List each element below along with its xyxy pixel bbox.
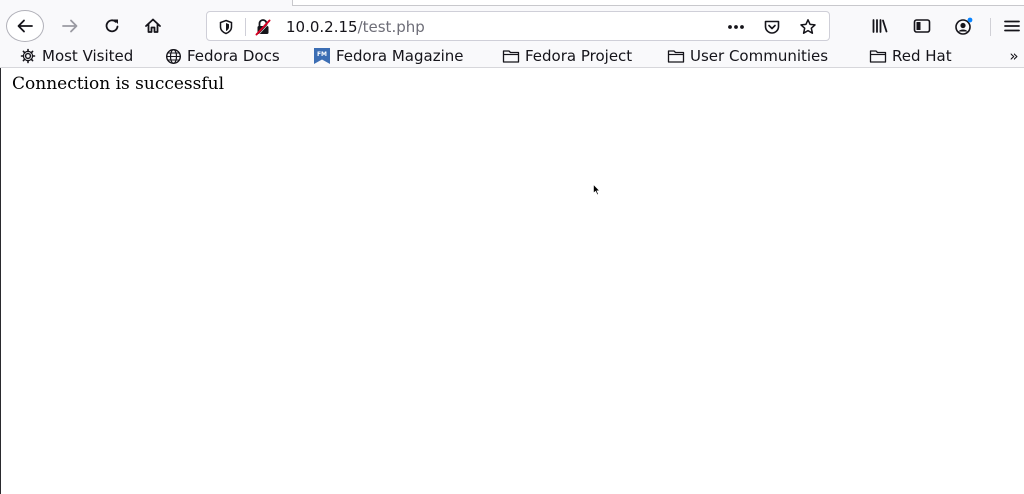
- navigation-toolbar: 10.0.2.15/test.php: [0, 8, 1024, 44]
- bookmark-label: Fedora Project: [525, 47, 633, 65]
- bookmark-label: Fedora Docs: [187, 47, 280, 65]
- folder-icon: [667, 47, 685, 65]
- browser-window: 10.0.2.15/test.php Most Visited Fedora D…: [0, 0, 1024, 494]
- folder-icon: [502, 47, 520, 65]
- tab-strip: [0, 0, 1024, 8]
- bookmark-label: User Communities: [690, 47, 829, 65]
- url-bar[interactable]: 10.0.2.15/test.php: [206, 11, 830, 41]
- url-divider: [245, 18, 246, 36]
- app-menu-button[interactable]: [998, 10, 1024, 42]
- fedora-magazine-icon: FM: [313, 47, 331, 65]
- tab-edge: [292, 0, 1024, 6]
- insecure-lock-icon: [255, 19, 272, 36]
- bookmarks-toolbar: Most Visited Fedora Docs FM Fedora Magaz…: [0, 44, 1024, 68]
- forward-button[interactable]: [54, 10, 86, 42]
- star-icon: [800, 19, 816, 34]
- more-dots-icon: [728, 25, 744, 29]
- bookmark-label: Red Hat: [892, 47, 952, 65]
- url-text[interactable]: 10.0.2.15/test.php: [286, 18, 425, 36]
- bookmark-most-visited[interactable]: Most Visited: [19, 46, 133, 66]
- url-path: /test.php: [357, 18, 425, 36]
- hamburger-menu-icon: [1004, 20, 1020, 32]
- library-icon: [872, 19, 888, 33]
- url-host: 10.0.2.15: [286, 18, 358, 36]
- bookmark-label: Most Visited: [42, 47, 134, 65]
- bookmark-fedora-magazine[interactable]: FM Fedora Magazine: [313, 46, 464, 66]
- globe-icon: [164, 47, 182, 65]
- library-button[interactable]: [864, 10, 896, 42]
- bookmark-red-hat[interactable]: Red Hat: [869, 46, 952, 66]
- site-security-button[interactable]: [252, 16, 274, 38]
- bookmarks-overflow-button[interactable]: »: [1004, 46, 1024, 66]
- home-icon: [145, 18, 161, 33]
- pocket-button[interactable]: [761, 16, 783, 38]
- gear-icon: [19, 47, 37, 65]
- page-actions-button[interactable]: [725, 16, 747, 38]
- account-icon: [955, 17, 973, 35]
- arrow-left-icon: [17, 19, 33, 33]
- bookmark-fedora-docs[interactable]: Fedora Docs: [164, 46, 280, 66]
- mouse-cursor-icon: [593, 184, 601, 196]
- folder-icon: [869, 47, 887, 65]
- reload-icon: [105, 19, 119, 33]
- toolbar-divider: [990, 18, 991, 36]
- account-button[interactable]: [948, 10, 980, 42]
- sidebar-button[interactable]: [906, 10, 938, 42]
- pocket-icon: [764, 20, 780, 34]
- page-message: Connection is successful: [12, 74, 225, 94]
- bookmark-label: Fedora Magazine: [336, 47, 464, 65]
- page-content: Connection is successful: [0, 68, 1024, 494]
- bookmark-user-communities[interactable]: User Communities: [667, 46, 828, 66]
- reload-button[interactable]: [96, 10, 128, 42]
- shield-icon: [219, 19, 233, 35]
- bookmark-star-button[interactable]: [797, 16, 819, 38]
- tracking-protection-button[interactable]: [215, 16, 237, 38]
- svg-text:FM: FM: [317, 51, 327, 58]
- home-button[interactable]: [137, 10, 169, 42]
- back-button[interactable]: [6, 10, 44, 42]
- sidebar-icon: [913, 19, 931, 33]
- arrow-right-icon: [62, 19, 78, 33]
- bookmark-fedora-project[interactable]: Fedora Project: [502, 46, 632, 66]
